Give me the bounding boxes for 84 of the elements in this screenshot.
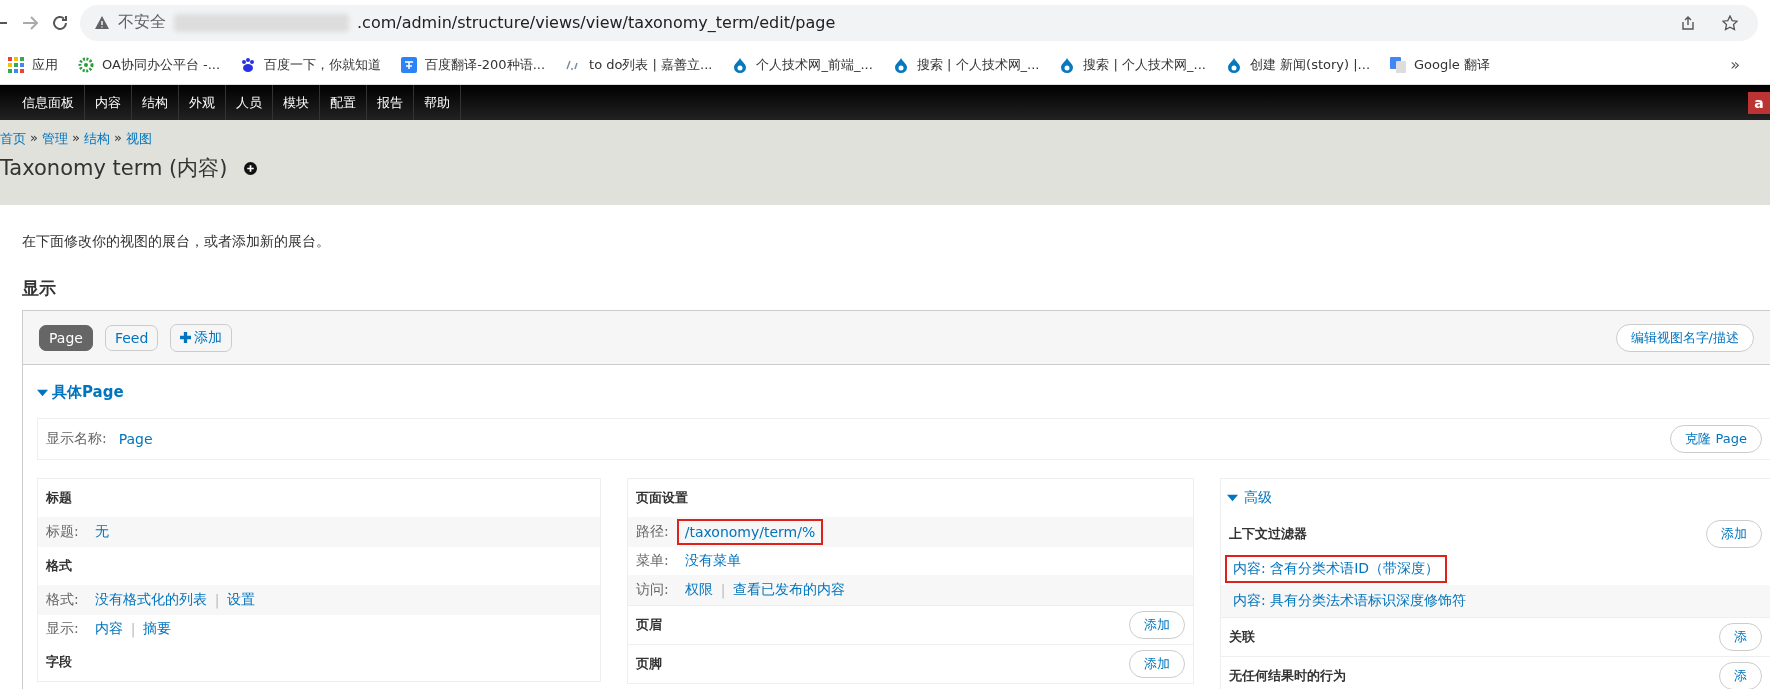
address-bar[interactable]: 不安全 .com/admin/structure/views/view/taxonomy_term/edit/page xyxy=(80,4,1758,41)
bookmark[interactable]: Google 翻译 xyxy=(1382,55,1502,74)
bookmark[interactable]: 百度一下，你就知道 xyxy=(232,55,394,74)
user-badge[interactable]: a xyxy=(1748,91,1770,114)
breadcrumb-separator: » xyxy=(71,130,80,147)
description: 在下面修改你的视图的展台，或者添加新的展台。 xyxy=(22,233,331,251)
triangle-icon xyxy=(37,388,48,397)
page-title: Taxonomy term (内容) xyxy=(0,155,228,182)
drop-icon xyxy=(1225,56,1242,73)
section-toggle[interactable]: 具体Page xyxy=(37,383,1770,402)
url-text: .com/admin/structure/views/view/taxonomy_term/edit/page xyxy=(357,13,837,32)
breadcrumb-link[interactable]: 管理 xyxy=(41,130,68,148)
setting-link[interactable]: 设置 xyxy=(227,591,256,609)
row-label: 显示: xyxy=(46,620,79,638)
separator: | xyxy=(130,621,136,637)
drop-icon xyxy=(1059,56,1076,73)
group-title: 关联 xyxy=(1229,628,1255,646)
bookmark[interactable]: OA协同办公平台 -... xyxy=(70,55,233,74)
more-bookmarks[interactable]: » xyxy=(1730,55,1740,74)
add-button[interactable]: 添加 xyxy=(1706,520,1762,548)
add-button[interactable]: 添 xyxy=(1719,623,1762,651)
filter-link[interactable]: 内容: 含有分类术语ID（带深度） xyxy=(1233,560,1440,578)
display-tab[interactable]: Feed xyxy=(104,324,159,351)
translate-icon xyxy=(401,56,418,73)
breadcrumb-link[interactable]: 视图 xyxy=(125,130,152,148)
group-title: 格式 xyxy=(46,557,72,575)
breadcrumb-separator: » xyxy=(113,130,122,147)
advanced-toggle[interactable]: 高级 xyxy=(1221,489,1770,507)
bookmark[interactable]: 个人技术网_前端_... xyxy=(724,55,885,74)
add-display-button[interactable]: 添加 xyxy=(170,323,233,352)
plus-icon xyxy=(180,332,192,343)
translate-icon xyxy=(1390,56,1406,73)
row-label: 显示名称: xyxy=(46,430,107,448)
edit-name-button[interactable]: 编辑视图名字/描述 xyxy=(1615,323,1754,352)
row-label: 菜单: xyxy=(636,552,669,570)
group-title: 页脚 xyxy=(636,655,662,673)
setting-link[interactable]: 没有格式化的列表 xyxy=(94,591,207,609)
share-icon[interactable] xyxy=(1680,14,1696,31)
row-label: 标题: xyxy=(46,523,79,541)
group-title: 无任何结果时的行为 xyxy=(1229,667,1346,685)
gear-icon xyxy=(78,56,94,73)
bookmark[interactable]: 创建 新闻(story) |... xyxy=(1217,55,1382,74)
paw-icon xyxy=(240,56,257,73)
group-title: 上下文过滤器 xyxy=(1229,525,1307,543)
setting-link[interactable]: 查看已发布的内容 xyxy=(733,581,846,599)
setting-link[interactable]: 权限 xyxy=(684,581,713,599)
drop-icon xyxy=(892,56,909,73)
setting-link[interactable]: 内容 xyxy=(94,620,123,638)
security-label: 不安全 xyxy=(118,12,166,33)
group-title: 页面设置 xyxy=(636,489,688,507)
add-button[interactable]: 添 xyxy=(1719,662,1762,689)
bookmark[interactable]: 应用 xyxy=(0,55,70,74)
group-title: 字段 xyxy=(46,653,72,671)
group-title: 页眉 xyxy=(636,616,662,634)
bookmark[interactable]: 搜索 | 个人技术网_... xyxy=(1051,55,1218,74)
add-button[interactable]: 添加 xyxy=(1129,611,1185,639)
setting-link[interactable]: 没有菜单 xyxy=(684,552,741,570)
breadcrumb-link[interactable]: 结构 xyxy=(83,130,110,148)
row-label: 格式: xyxy=(46,591,79,609)
warning-icon xyxy=(94,14,110,31)
filter-link[interactable]: 内容: 具有分类法术语标识深度修饰符 xyxy=(1233,592,1467,610)
bookmark[interactable]: 百度翻译-200种语... xyxy=(393,55,558,74)
row-label: 访问: xyxy=(636,581,669,599)
section-heading: 显示 xyxy=(22,277,57,300)
bookmark[interactable]: 搜索 | 个人技术网_... xyxy=(884,55,1052,74)
clone-button[interactable]: 克隆 Page xyxy=(1670,425,1762,453)
plus-circle-icon[interactable] xyxy=(243,161,257,175)
setting-link[interactable]: 无 xyxy=(94,523,109,541)
setting-link[interactable]: Page xyxy=(118,431,153,447)
separator: | xyxy=(214,592,220,608)
star-icon[interactable] xyxy=(1722,14,1738,31)
separator: | xyxy=(720,582,726,598)
display-tab[interactable]: Page xyxy=(39,324,93,351)
bookmark[interactable]: to do列表 | 嘉善立... xyxy=(557,55,725,74)
triangle-icon xyxy=(1227,494,1238,502)
row-label: 路径: xyxy=(636,523,669,541)
setting-link[interactable]: 摘要 xyxy=(143,620,172,638)
breadcrumb-link[interactable]: 首页 xyxy=(0,130,26,148)
breadcrumb-separator: » xyxy=(30,130,38,147)
apps-grid-icon xyxy=(8,56,24,73)
add-button[interactable]: 添加 xyxy=(1129,650,1185,678)
setting-link[interactable]: /taxonomy/term/% xyxy=(684,524,816,540)
group-title: 标题 xyxy=(46,489,72,507)
drop-icon xyxy=(732,56,749,73)
